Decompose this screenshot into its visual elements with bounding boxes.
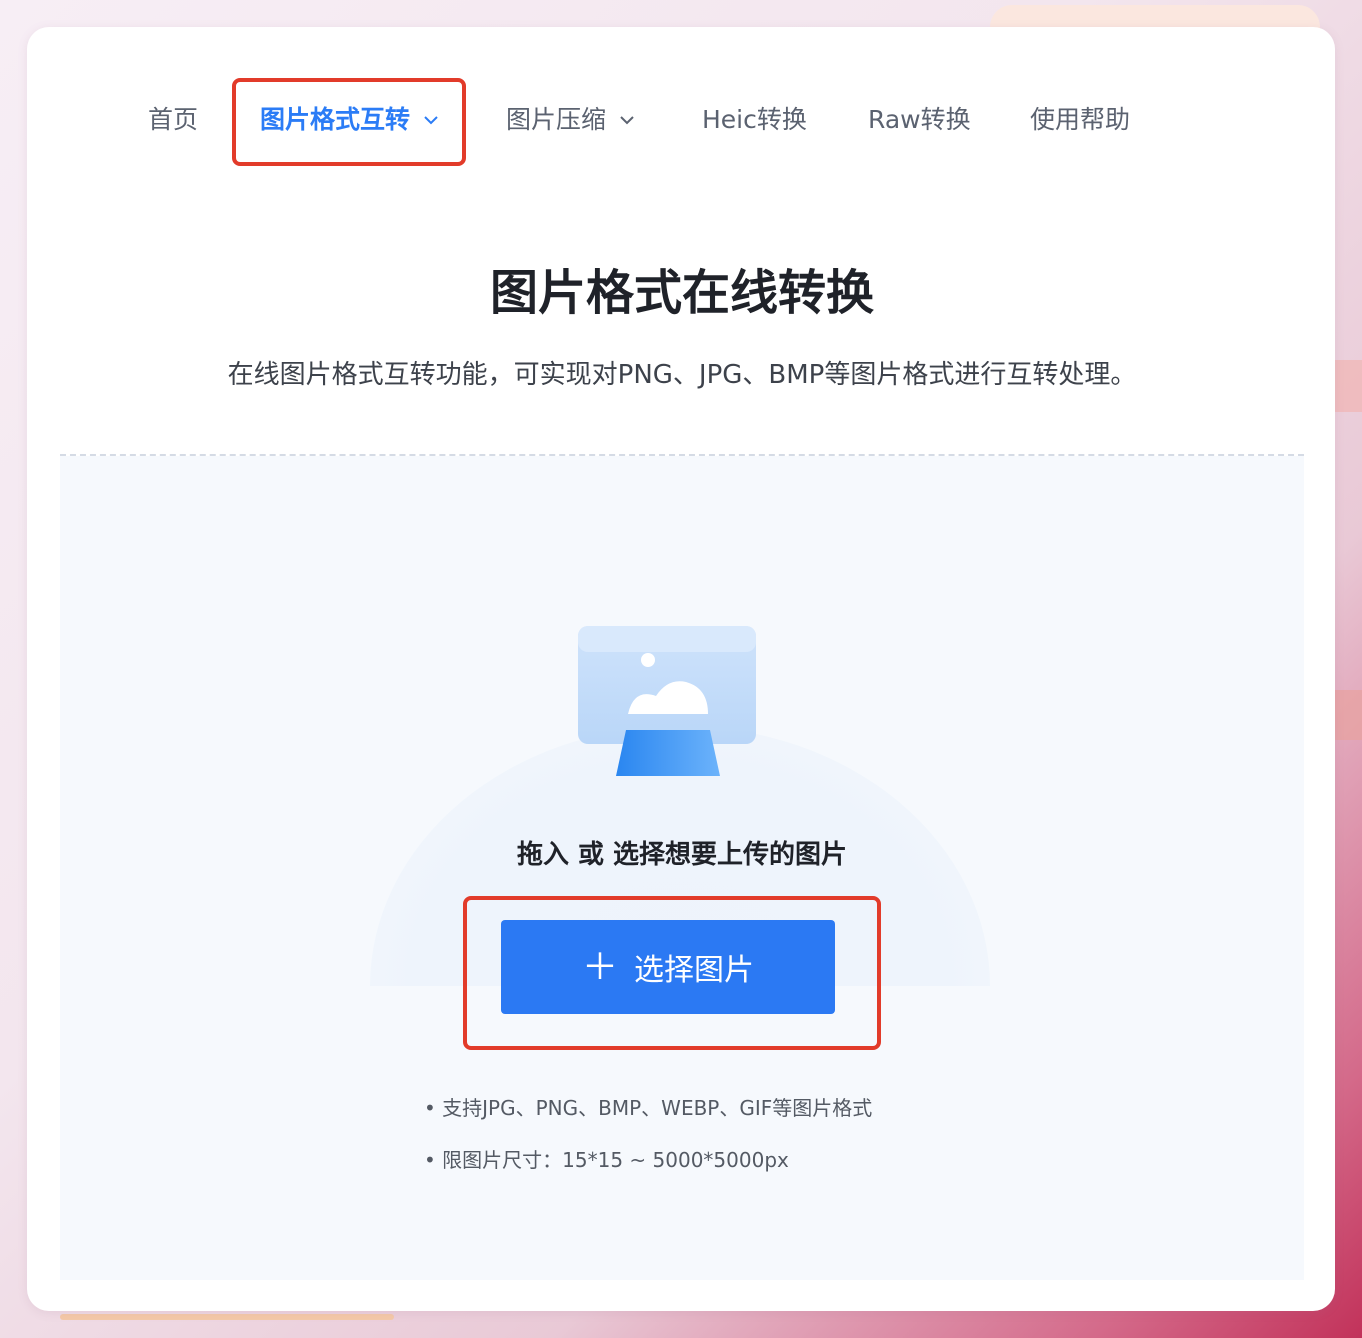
main-card: 首页 图片格式互转 图片压缩 Heic转换 Raw转换 使用帮助 图片格式在线转… — [27, 27, 1335, 1311]
image-upload-icon — [578, 626, 756, 776]
background-decoration — [1335, 360, 1362, 412]
nav-item-label: Heic转换 — [702, 105, 807, 134]
page-title: 图片格式在线转换 — [489, 265, 874, 321]
nav-item-raw[interactable]: Raw转换 — [868, 102, 971, 138]
background-decoration — [60, 1314, 394, 1320]
nav-item-label: 首页 — [148, 105, 199, 134]
format-note: • 支持JPG、PNG、BMP、WEBP、GIF等图片格式 — [424, 1096, 873, 1120]
highlight-box-button — [463, 896, 881, 1050]
nav-item-help[interactable]: 使用帮助 — [1030, 102, 1130, 138]
chevron-down-icon — [620, 116, 634, 125]
nav-item-label: Raw转换 — [868, 105, 971, 134]
page-subtitle: 在线图片格式互转功能，可实现对PNG、JPG、BMP等图片格式进行互转处理。 — [227, 360, 1137, 390]
top-nav: 首页 图片格式互转 图片压缩 Heic转换 Raw转换 使用帮助 — [60, 58, 1304, 178]
nav-item-label: 图片压缩 — [506, 105, 607, 134]
background-decoration — [1335, 690, 1362, 740]
upload-dropzone[interactable]: 拖入 或 选择想要上传的图片 ＋ 选择图片 • 支持JPG、PNG、BMP、WE… — [60, 456, 1304, 1280]
nav-item-compress[interactable]: 图片压缩 — [506, 102, 636, 138]
highlight-box-nav — [232, 78, 466, 166]
nav-item-heic[interactable]: Heic转换 — [702, 102, 807, 138]
nav-item-label: 使用帮助 — [1030, 105, 1131, 134]
size-note: • 限图片尺寸：15*15 ~ 5000*5000px — [424, 1148, 789, 1172]
converter-panel: 首页 图片格式互转 图片压缩 Heic转换 Raw转换 使用帮助 图片格式在线转… — [60, 58, 1304, 1280]
nav-item-home[interactable]: 首页 — [148, 102, 198, 138]
drop-hint: 拖入 或 选择想要上传的图片 — [516, 840, 848, 870]
